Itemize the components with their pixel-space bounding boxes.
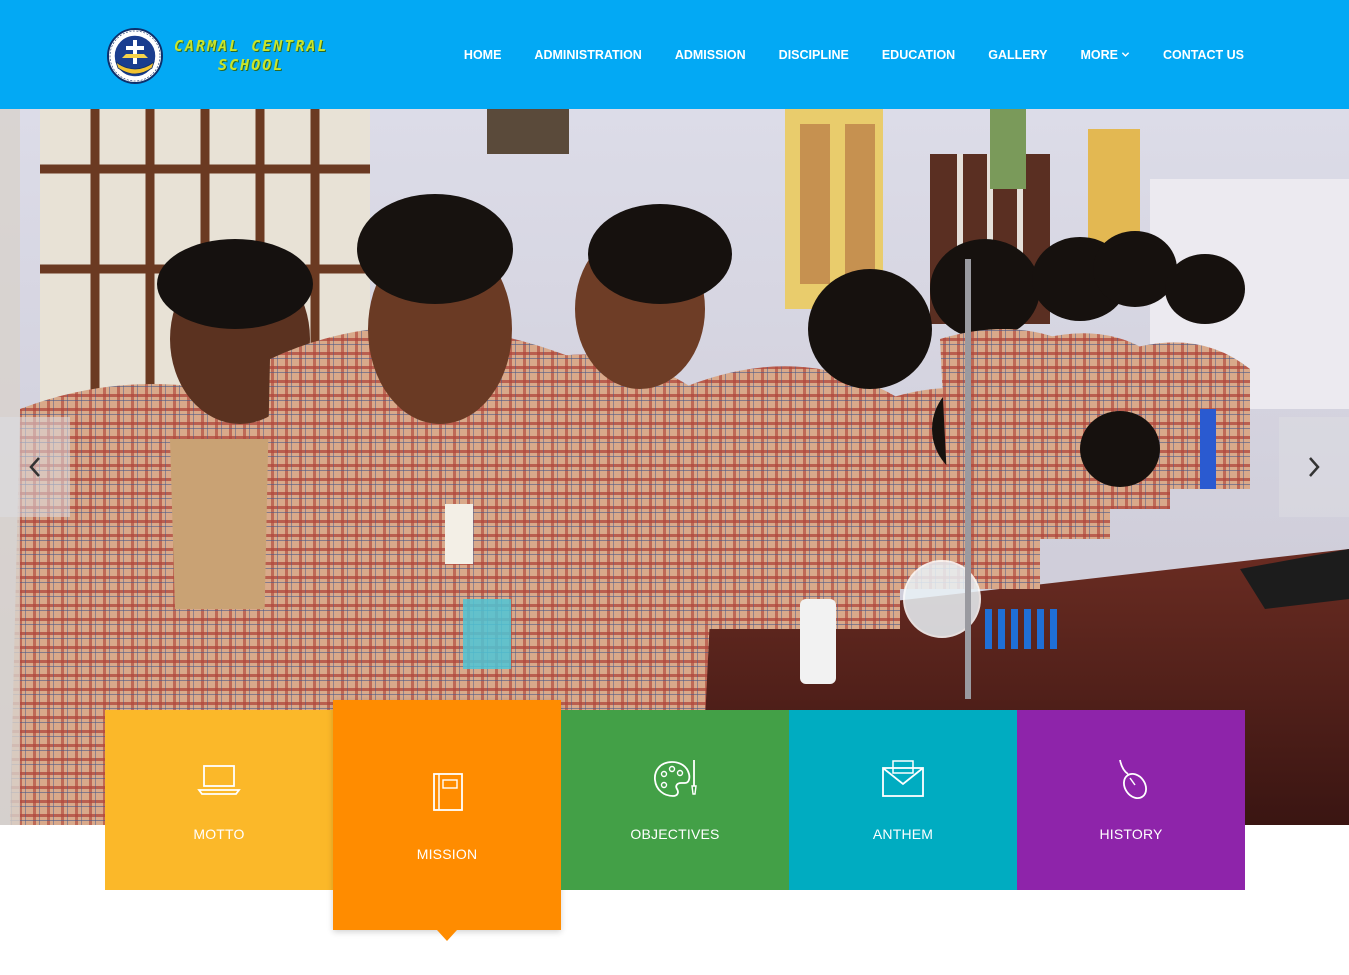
tile-anthem[interactable]: ANTHEM — [789, 710, 1017, 890]
active-tile-pointer — [437, 930, 457, 941]
tile-motto-label: MOTTO — [193, 826, 245, 842]
palette-icon — [654, 760, 697, 797]
nav-gallery[interactable]: GALLERY — [988, 48, 1047, 62]
mouse-icon — [1119, 759, 1147, 799]
nav-home[interactable]: HOME — [464, 48, 502, 62]
site-header: CARMAL CENTRAL SCHOOL HOME ADMINISTRATIO… — [0, 0, 1349, 109]
tile-mission-label: MISSION — [416, 846, 478, 862]
chevron-right-icon — [1309, 457, 1320, 477]
nav-contact-us[interactable]: CONTACT US — [1163, 48, 1244, 62]
nav-education[interactable]: EDUCATION — [882, 48, 955, 62]
chevron-left-icon — [29, 457, 40, 477]
feature-tiles: MOTTO MISSION OBJECTIVES ANTHEM HISTORY — [105, 700, 1245, 941]
nav-admission[interactable]: ADMISSION — [675, 48, 746, 62]
nav-discipline-label: DISCIPLINE — [778, 47, 849, 62]
tile-anthem-label: ANTHEM — [872, 826, 934, 842]
tile-mission[interactable]: MISSION — [333, 700, 561, 941]
nav-admission-label: ADMISSION — [674, 47, 746, 62]
main-nav: HOME ADMINISTRATION ADMISSION DISCIPLINE… — [464, 0, 1244, 109]
tile-history[interactable]: HISTORY — [1017, 710, 1245, 890]
tile-objectives-label: OBJECTIVES — [630, 826, 720, 842]
slider-prev-button[interactable] — [0, 417, 70, 517]
nav-home-label: HOME — [463, 47, 502, 62]
nav-more[interactable]: MORE — [1080, 48, 1130, 62]
chevron-down-icon — [1121, 52, 1130, 57]
logo-wordmark: CARMAL CENTRAL SCHOOL — [174, 37, 328, 75]
tile-objectives[interactable]: OBJECTIVES — [561, 710, 789, 890]
nav-gallery-label: GALLERY — [988, 47, 1048, 62]
school-seal-icon — [107, 28, 163, 84]
nav-discipline[interactable]: DISCIPLINE — [779, 48, 849, 62]
logo-line-1: CARMAL CENTRAL — [174, 37, 329, 55]
nav-more-label: MORE — [1080, 47, 1118, 62]
nav-administration-label: ADMINISTRATION — [534, 47, 642, 62]
tile-history-label: HISTORY — [1099, 826, 1163, 842]
tile-motto[interactable]: MOTTO — [105, 710, 333, 890]
nav-contact-us-label: CONTACT US — [1162, 47, 1244, 62]
slider-next-button[interactable] — [1279, 417, 1349, 517]
nav-education-label: EDUCATION — [881, 47, 956, 62]
book-icon — [433, 773, 463, 811]
logo-line-2: SCHOOL — [218, 56, 285, 74]
site-logo[interactable]: CARMAL CENTRAL SCHOOL — [106, 28, 328, 84]
laptop-icon — [197, 765, 241, 795]
envelope-icon — [882, 760, 924, 797]
nav-administration[interactable]: ADMINISTRATION — [534, 48, 641, 62]
